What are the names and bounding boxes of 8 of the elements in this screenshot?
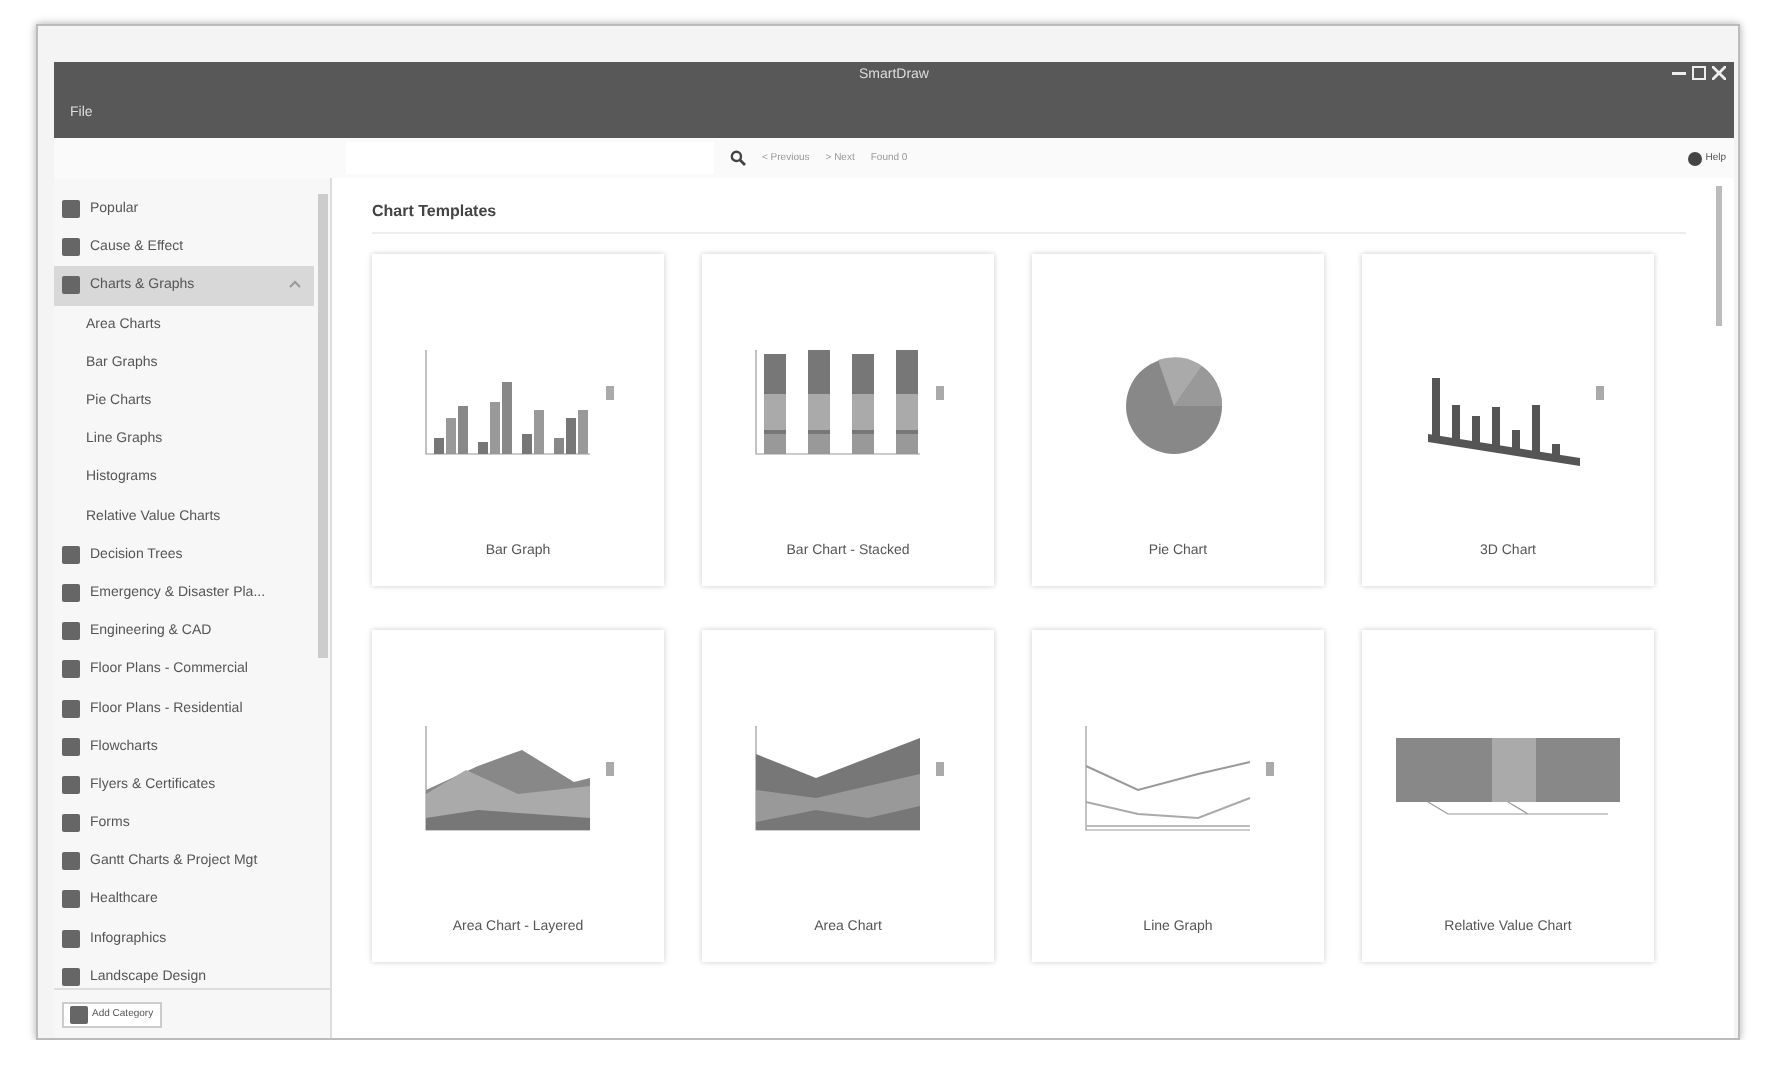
close-icon[interactable]	[1712, 66, 1726, 80]
scrollbar[interactable]	[318, 194, 328, 658]
section-heading: Chart Templates	[372, 202, 1686, 234]
minimize-icon[interactable]	[1672, 66, 1686, 80]
scrollbar[interactable]	[1716, 186, 1722, 326]
maximize-icon[interactable]	[1692, 66, 1706, 80]
help-icon[interactable]	[1687, 151, 1702, 165]
search-icon[interactable]	[730, 150, 746, 166]
